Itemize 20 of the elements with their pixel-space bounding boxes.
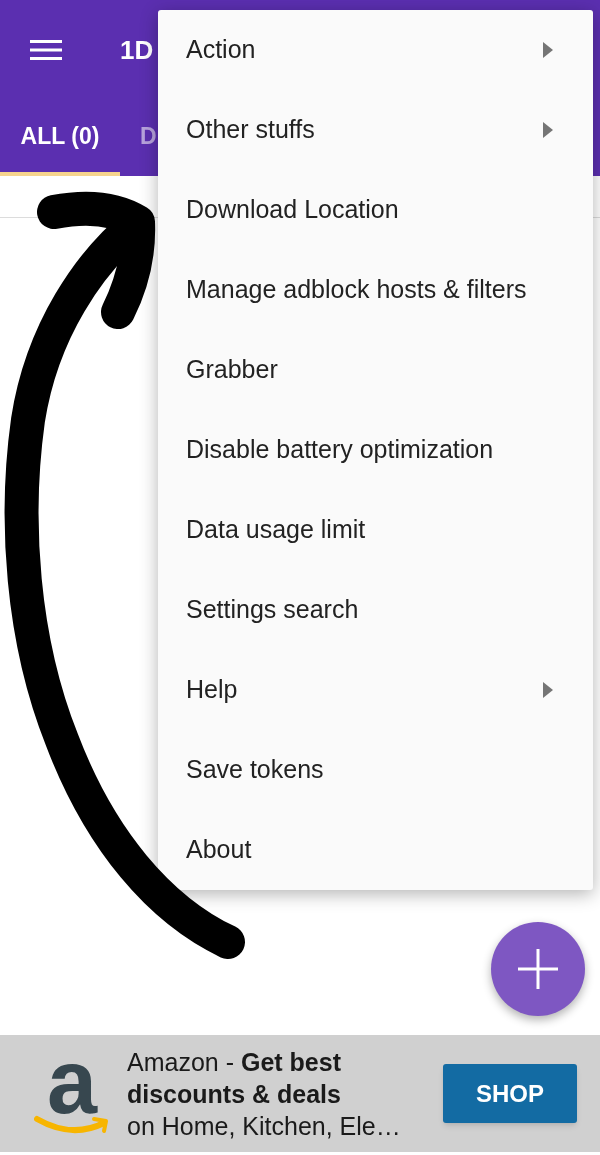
tab[interactable]: D — [120, 100, 157, 176]
menu-item[interactable]: Action — [158, 10, 593, 90]
plus-icon — [518, 949, 558, 989]
tab[interactable]: ALL (0) — [0, 100, 120, 176]
menu-item[interactable]: Manage adblock hosts & filters — [158, 250, 593, 330]
add-button[interactable] — [491, 922, 585, 1016]
menu-item[interactable]: Settings search — [158, 570, 593, 650]
menu-item[interactable]: Disable battery optimization — [158, 410, 593, 490]
shop-button[interactable]: SHOP — [443, 1064, 577, 1123]
menu-item[interactable]: Download Location — [158, 170, 593, 250]
menu-item[interactable]: About — [158, 810, 593, 890]
menu-item[interactable]: Help — [158, 650, 593, 730]
app-title: 1D — [120, 33, 154, 67]
menu-item[interactable]: Other stuffs — [158, 90, 593, 170]
menu-item[interactable]: Data usage limit — [158, 490, 593, 570]
menu-icon — [30, 40, 62, 60]
ad-description: on Home, Kitchen, Ele… — [127, 1110, 402, 1142]
menu-item[interactable]: Save tokens — [158, 730, 593, 810]
logo-drawing: a — [34, 1050, 110, 1137]
menu-item[interactable]: Grabber — [158, 330, 593, 410]
